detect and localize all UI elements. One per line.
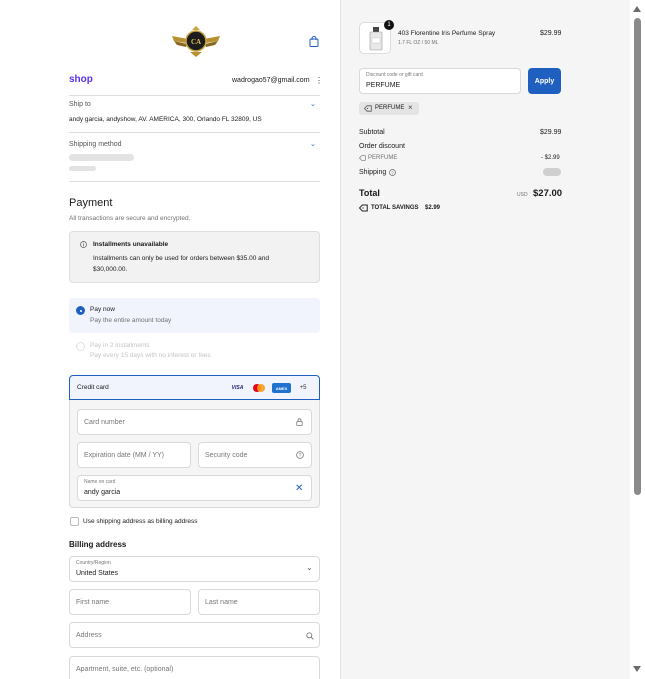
chevron-down-icon: ⌄ <box>306 563 313 572</box>
installments-text: $30,000.00. <box>93 266 128 273</box>
product-price: $29.99 <box>540 30 562 37</box>
card-number-field[interactable]: Card number <box>77 409 312 435</box>
product-name: 403 Florentine Iris Perfume Spray <box>398 30 496 37</box>
total-savings-label: TOTAL SAVINGS <box>371 205 419 211</box>
svg-text:?: ? <box>299 453 302 459</box>
clear-icon[interactable]: ✕ <box>295 483 303 494</box>
amex-icon: AMEX <box>272 383 291 393</box>
ship-to-address: andy garcia, andyshow, AV. AMERICA, 300,… <box>69 116 262 123</box>
shipping-label: Shipping <box>359 169 387 176</box>
applied-discount-tag: PERFUME × <box>359 102 419 115</box>
card-number-placeholder: Card number <box>84 419 125 426</box>
applied-discount-code: PERFUME <box>375 105 405 111</box>
apartment-placeholder: Apartment, suite, etc. (optional) <box>76 666 174 673</box>
discount-code-label: Discount code or gift card <box>366 72 423 78</box>
scroll-up-arrow-icon[interactable] <box>633 6 641 12</box>
shipping-method-label: Shipping method <box>69 141 122 148</box>
country-value: United States <box>76 570 119 577</box>
pay-in-2-option[interactable]: Pay in 2 installments Pay every 15 days … <box>69 338 320 368</box>
divider <box>69 181 320 182</box>
security-code-field[interactable]: Security code ? <box>198 442 312 468</box>
divider <box>69 95 320 96</box>
account-email: wadrogao57@gmail.com <box>232 77 310 84</box>
help-icon[interactable]: ? <box>296 451 304 459</box>
country-select[interactable]: Country/Region United States ⌄ <box>69 556 320 582</box>
shop-pay-brand: shop <box>69 74 93 85</box>
apartment-field[interactable]: Apartment, suite, etc. (optional) <box>69 656 320 679</box>
use-shipping-as-billing-checkbox[interactable] <box>70 517 79 526</box>
total-currency: USD <box>517 192 528 198</box>
shipping-method-chevron-icon[interactable]: ⌄ <box>310 140 316 148</box>
discount-code-input[interactable]: Discount code or gift card PERFUME <box>359 68 521 94</box>
apply-discount-button[interactable]: Apply <box>528 68 561 94</box>
country-label: Country/Region <box>76 560 111 566</box>
pay-now-title: Pay now <box>90 306 115 313</box>
tag-icon <box>359 155 366 161</box>
use-shipping-as-billing-label: Use shipping address as billing address <box>83 518 198 525</box>
shipping-loading-skeleton <box>543 168 561 176</box>
loading-skeleton <box>69 166 96 171</box>
more-cards-badge: +5 <box>299 385 307 391</box>
installments-text: Installments can only be used for orders… <box>93 255 269 262</box>
perfume-bottle-icon <box>369 27 383 51</box>
billing-address-title: Billing address <box>69 540 127 549</box>
order-discount-label: Order discount <box>359 143 405 150</box>
expiration-placeholder: Expiration date (MM / YY) <box>84 452 165 459</box>
pay-now-option[interactable]: Pay now Pay the entire amount today <box>69 298 320 333</box>
last-name-field[interactable]: Last name <box>198 589 320 615</box>
pay-in-2-title: Pay in 2 installments <box>90 342 150 349</box>
installments-notice: Installments unavailable Installments ca… <box>69 231 320 283</box>
shopping-bag-icon[interactable] <box>309 36 319 47</box>
scrollbar-thumb[interactable] <box>634 18 641 495</box>
mastercard-icon <box>253 384 265 392</box>
total-savings-value: $2.99 <box>425 205 441 211</box>
product-variant: 1.7 FL OZ / 50 ML <box>398 40 439 46</box>
scroll-down-arrow-icon[interactable] <box>633 666 641 672</box>
payment-subtitle: All transactions are secure and encrypte… <box>69 215 191 222</box>
account-menu-icon[interactable]: ⋮ <box>315 76 323 85</box>
subtotal-value: $29.99 <box>540 129 562 136</box>
lock-icon <box>296 418 303 426</box>
divider <box>69 132 320 133</box>
payment-title: Payment <box>69 197 113 209</box>
name-on-card-field[interactable]: Name on card andy garcia ✕ <box>77 475 312 501</box>
first-name-placeholder: First name <box>76 599 110 606</box>
savings-tag-icon <box>359 204 368 212</box>
remove-discount-icon[interactable]: × <box>408 103 413 112</box>
tag-icon <box>364 105 372 112</box>
help-icon[interactable]: ? <box>389 169 396 176</box>
pay-in-2-subtitle: Pay every 15 days with no interest or fe… <box>90 352 211 359</box>
discount-code-applied: PERFUME <box>368 155 398 161</box>
total-label: Total <box>359 188 380 198</box>
installments-title: Installments unavailable <box>93 241 169 248</box>
quantity-badge: 1 <box>384 20 394 30</box>
name-on-card-value: andy garcia <box>84 489 121 496</box>
store-logo[interactable]: CA <box>170 24 222 58</box>
pay-now-subtitle: Pay the entire amount today <box>90 317 172 324</box>
first-name-field[interactable]: First name <box>69 589 191 615</box>
pay-in-2-radio[interactable] <box>76 342 85 351</box>
discount-amount: - $2.99 <box>541 155 560 161</box>
address-field[interactable]: Address <box>69 622 320 648</box>
checkout-form: CA shop wadrogao57@gmail.com ⋮ Ship to ⌄… <box>0 0 340 679</box>
name-on-card-label: Name on card <box>84 479 116 485</box>
last-name-placeholder: Last name <box>205 599 238 606</box>
page-scrollbar[interactable] <box>630 0 645 679</box>
logo-text: CA <box>191 38 201 46</box>
ship-to-label: Ship to <box>69 101 91 108</box>
expiration-date-field[interactable]: Expiration date (MM / YY) <box>77 442 191 468</box>
credit-card-label: Credit card <box>77 384 109 391</box>
visa-icon: VISA <box>231 385 244 391</box>
subtotal-label: Subtotal <box>359 129 385 136</box>
ship-to-chevron-icon[interactable]: ⌄ <box>310 100 316 108</box>
info-icon <box>80 241 87 248</box>
loading-skeleton <box>69 154 134 161</box>
total-value: $27.00 <box>533 188 563 199</box>
discount-code-value: PERFUME <box>366 82 401 89</box>
pay-now-radio[interactable] <box>76 306 85 315</box>
search-icon <box>306 632 314 640</box>
security-code-placeholder: Security code <box>205 452 248 459</box>
svg-text:?: ? <box>391 170 394 175</box>
address-placeholder: Address <box>76 632 102 639</box>
